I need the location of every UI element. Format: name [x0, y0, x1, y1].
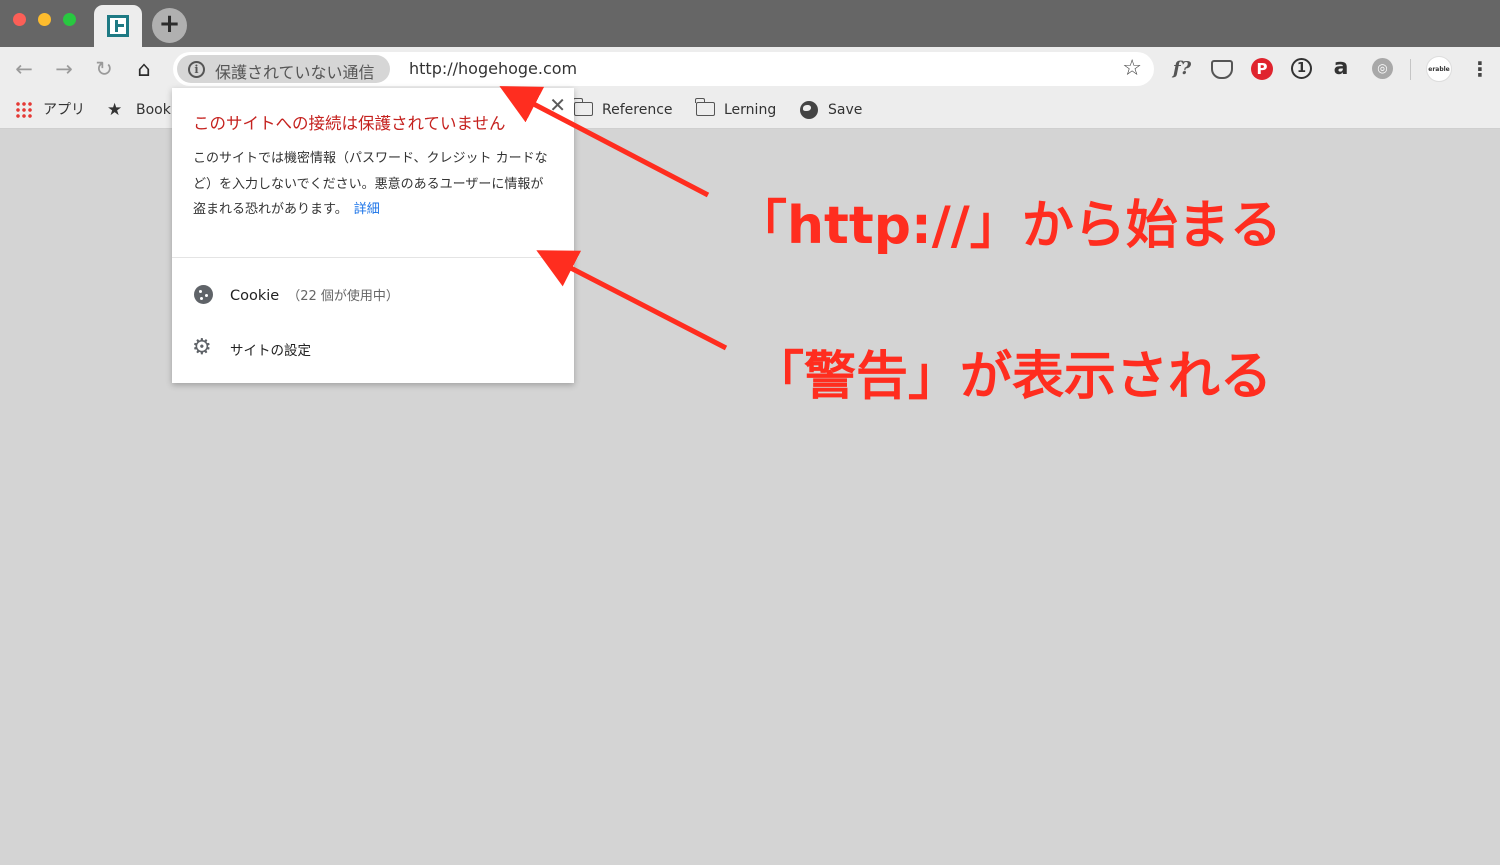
font-finder-extension-icon[interactable]: f?	[1170, 57, 1194, 81]
address-bar[interactable]: i 保護されていない通信 http://hogehoge.com ☆	[173, 52, 1154, 86]
pinterest-extension-icon[interactable]: P	[1251, 58, 1273, 80]
bookmark-reference[interactable]: Reference	[602, 100, 673, 120]
cookie-row[interactable]: Cookie （22 個が使用中）	[230, 285, 399, 304]
folder-icon	[573, 98, 593, 116]
annotation-warning: 「警告」が表示される	[752, 347, 1273, 407]
amazon-extension-icon[interactable]: a	[1330, 57, 1352, 81]
gear-icon: ⚙	[192, 335, 212, 360]
cookie-label: Cookie	[230, 288, 280, 304]
details-link[interactable]: 詳細	[354, 202, 380, 217]
cookie-icon	[194, 285, 213, 304]
popup-description: このサイトでは機密情報（パスワード、クレジット カードなど）を入力しないでくださ…	[193, 146, 555, 223]
close-icon[interactable]: ✕	[549, 95, 566, 115]
new-tab-button[interactable]: +	[152, 8, 187, 43]
chrome-menu-icon[interactable]: ⋮	[1470, 57, 1490, 81]
erable-profile-icon[interactable]: erable	[1426, 56, 1452, 82]
site-info-popup: ✕ このサイトへの接続は保護されていません このサイトでは機密情報（パスワード、…	[172, 88, 574, 383]
hatena-blog-favicon-icon	[107, 15, 129, 37]
minimize-window-button[interactable]	[38, 13, 51, 26]
pocket-extension-icon[interactable]	[1211, 60, 1233, 79]
bookmark-star-icon: ★	[107, 100, 123, 120]
forward-button[interactable]: →	[51, 56, 77, 82]
security-label: 保護されていない通信	[215, 63, 375, 82]
bookmark-book[interactable]: Book	[136, 100, 171, 120]
annotation-http: 「http://」から始まる	[735, 196, 1282, 256]
site-security-chip[interactable]: i 保護されていない通信	[177, 55, 390, 83]
bookmark-save[interactable]: Save	[828, 100, 862, 120]
apps-grid-icon[interactable]	[15, 101, 33, 119]
tab-strip: +	[0, 0, 1500, 47]
grey-extension-icon[interactable]: ◎	[1372, 58, 1393, 79]
bookmark-apps[interactable]: アプリ	[43, 100, 85, 120]
info-icon: i	[188, 61, 205, 78]
arrow-to-warning	[536, 250, 728, 351]
browser-tab[interactable]	[94, 5, 142, 47]
toolbar-divider	[1410, 59, 1411, 80]
bookmark-lerning[interactable]: Lerning	[724, 100, 776, 120]
globe-icon	[800, 101, 818, 119]
zoom-window-button[interactable]	[63, 13, 76, 26]
popup-title: このサイトへの接続は保護されていません	[193, 114, 506, 133]
folder-icon	[695, 98, 715, 116]
close-window-button[interactable]	[13, 13, 26, 26]
home-button[interactable]: ⌂	[131, 56, 157, 82]
browser-toolbar: ← → ↻ ⌂ i 保護されていない通信 http://hogehoge.com…	[0, 47, 1500, 92]
url-text[interactable]: http://hogehoge.com	[409, 59, 577, 78]
reload-button[interactable]: ↻	[91, 56, 117, 82]
cookie-count: （22 個が使用中）	[287, 289, 399, 304]
onepassword-extension-icon[interactable]: 1	[1291, 58, 1312, 79]
back-button[interactable]: ←	[11, 56, 37, 82]
bookmark-star-icon[interactable]: ☆	[1122, 56, 1142, 81]
site-settings-row[interactable]: サイトの設定	[230, 339, 311, 359]
popup-divider	[172, 257, 574, 258]
